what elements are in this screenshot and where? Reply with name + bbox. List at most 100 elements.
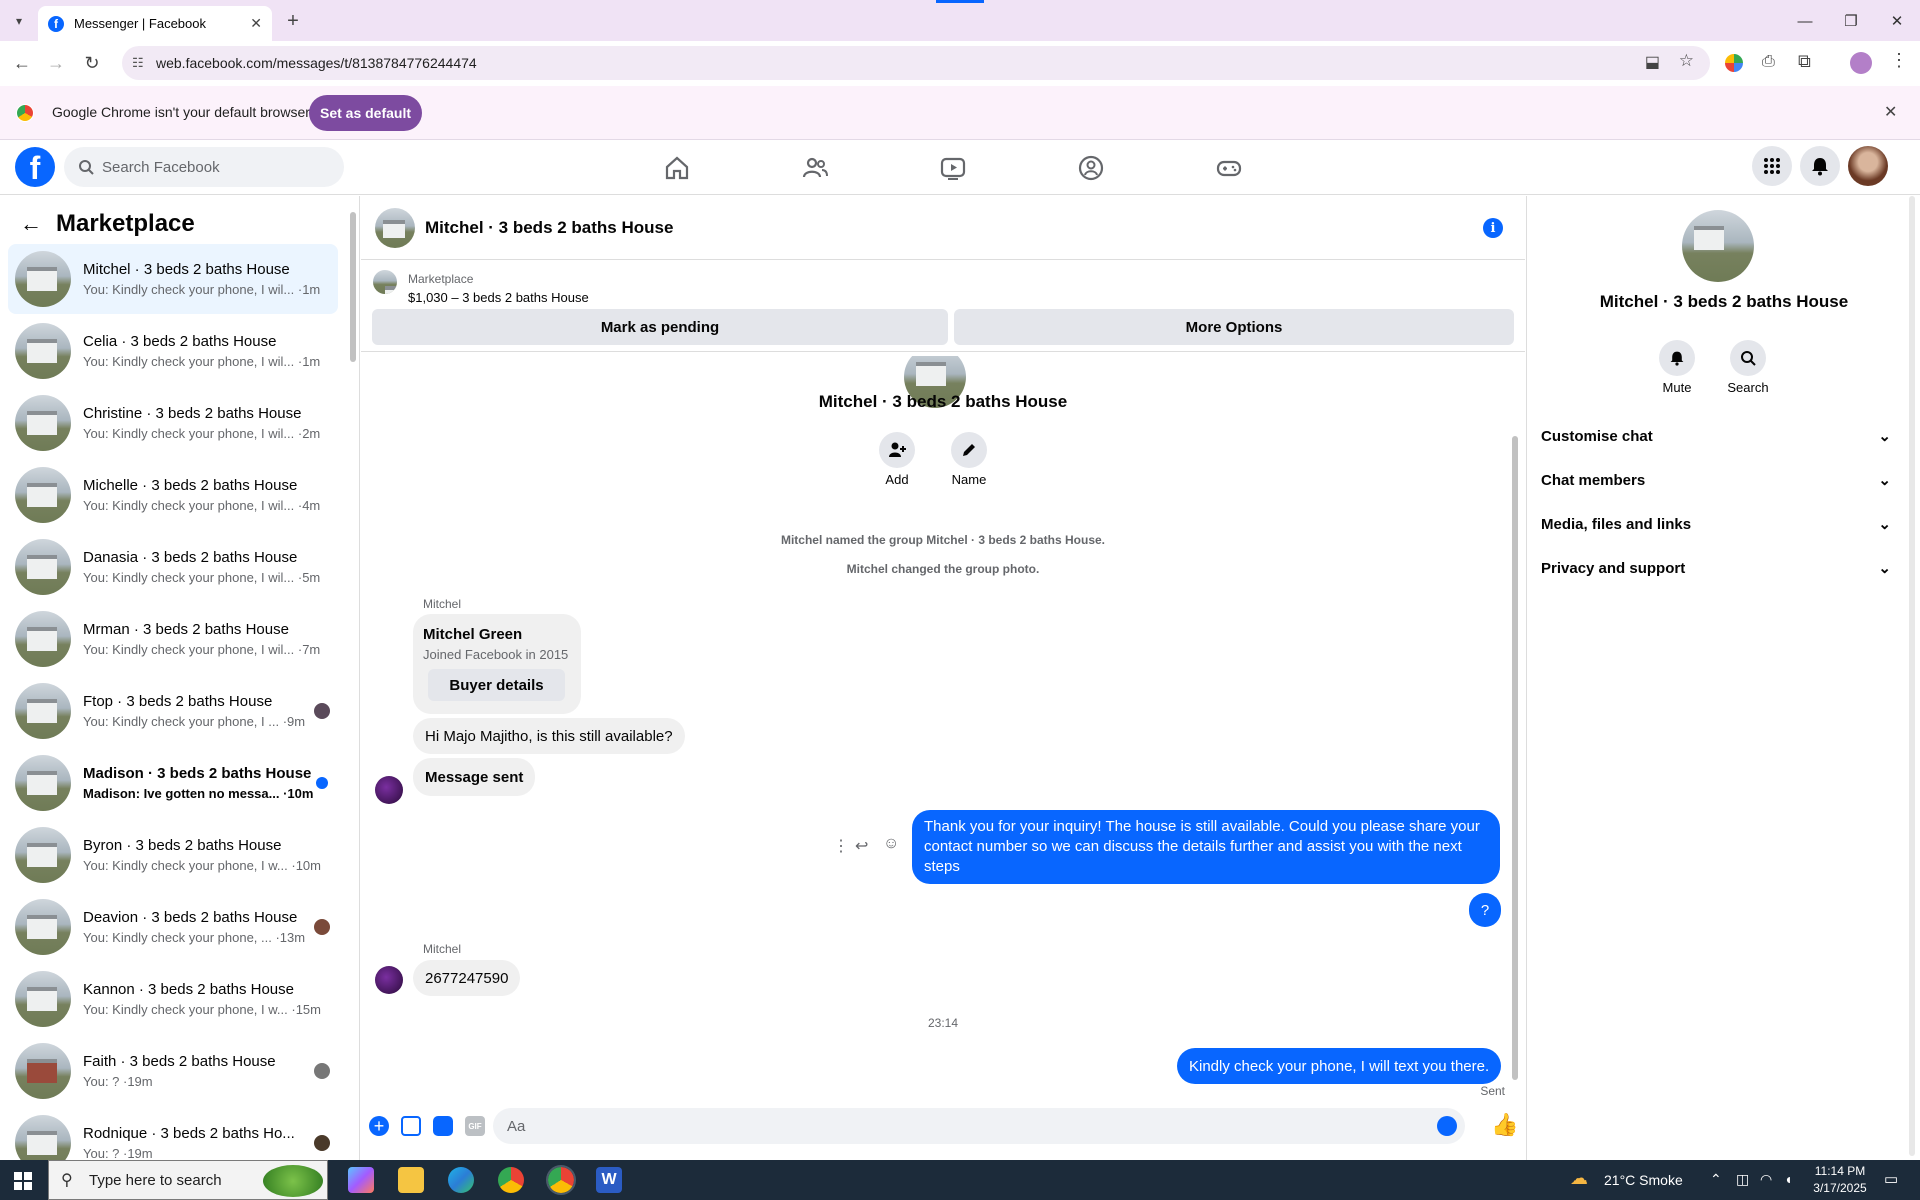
conversation-item[interactable]: Rodnique · 3 beds 2 baths Ho... You: ? ·1… [8,1108,338,1160]
forward-icon[interactable]: → [42,49,70,77]
message-bubble-sent[interactable]: Thank you for your inquiry! The house is… [912,810,1500,884]
browser-tab[interactable]: f Messenger | Facebook ✕ [38,6,272,41]
message-bubble-sent[interactable]: ? [1469,893,1501,927]
conversation-item[interactable]: Byron · 3 beds 2 baths House You: Kindly … [8,820,338,890]
copilot-icon[interactable] [348,1167,374,1193]
friends-icon[interactable] [801,154,829,182]
conversation-item[interactable]: Mrman · 3 beds 2 baths House You: Kindly … [8,604,338,674]
plus-icon[interactable]: + [369,1116,389,1136]
file-explorer-icon[interactable] [398,1167,424,1193]
conversation-item[interactable]: Ftop · 3 beds 2 baths House You: Kindly c… [8,676,338,746]
clock-time[interactable]: 11:14 PM [1800,1164,1880,1178]
conversation-item[interactable]: Deavion · 3 beds 2 baths House You: Kindl… [8,892,338,962]
taskbar-search-input[interactable]: ⚲ Type here to search [48,1160,328,1200]
chrome-profile-icon[interactable] [546,1165,576,1195]
listing-title[interactable]: $1,030 – 3 beds 2 baths House [408,290,589,305]
conversation-item[interactable]: Faith · 3 beds 2 baths House You: ? ·19m [8,1036,338,1106]
extensions-puzzle-icon[interactable]: ⧉ [1798,51,1811,72]
tray-chevron-icon[interactable]: ⌃ [1710,1171,1722,1188]
section-media-files-links[interactable]: Media, files and links ⌄ [1541,504,1891,544]
profile-photo[interactable] [1682,210,1754,282]
back-icon[interactable]: ← [8,49,36,77]
mute-bell-icon[interactable] [1659,340,1695,376]
info-scrollbar[interactable] [1909,196,1915,1156]
section-chat-members[interactable]: Chat members ⌄ [1541,460,1891,500]
edit-name-icon[interactable] [951,432,987,468]
gaming-icon[interactable] [1215,154,1243,182]
window-close-icon[interactable]: ✕ [1874,8,1920,34]
minimize-icon[interactable]: — [1782,8,1828,34]
facebook-logo-icon[interactable]: f [15,147,55,187]
edge-icon[interactable] [448,1167,474,1193]
extension-icon[interactable] [1725,54,1743,72]
notification-center-icon[interactable]: ▭ [1884,1170,1898,1188]
emoji-icon[interactable] [1437,1116,1457,1136]
conversation-item[interactable]: Mitchel · 3 beds 2 baths House You: Kindl… [8,244,338,314]
video-icon[interactable] [939,154,967,182]
message-bubble[interactable]: 2677247590 [413,960,521,996]
conversation-item[interactable]: Michelle · 3 beds 2 baths House You: Kind… [8,460,338,530]
notifications-bell-icon[interactable] [1800,146,1840,186]
section-privacy-support[interactable]: Privacy and support ⌄ [1541,548,1891,588]
groups-icon[interactable] [1077,154,1105,182]
search-conversation-icon[interactable] [1730,340,1766,376]
section-customise-chat[interactable]: Customise chat ⌄ [1541,416,1891,456]
home-icon[interactable] [663,154,691,182]
omnibox[interactable]: ☷ web.facebook.com/messages/t/8138784776… [122,46,1710,80]
back-arrow-icon[interactable]: ← [20,211,42,237]
conversation-preview: You: Kindly check your phone, I w... ·10… [83,858,321,873]
word-icon[interactable]: W [596,1167,622,1193]
buyer-details-button[interactable]: Buyer details [428,669,565,701]
listing-thumb[interactable] [373,270,397,294]
bookmark-star-icon[interactable]: ☆ [1679,51,1694,71]
tray-network-icon[interactable]: ◫ [1736,1171,1749,1188]
message-bubble[interactable]: Message sent [413,758,536,796]
like-thumb-icon[interactable]: 👍 [1491,1112,1518,1138]
new-tab-icon[interactable]: + [280,8,306,34]
conversation-item[interactable]: Madison · 3 beds 2 baths House Madison: I… [8,748,338,818]
sender-avatar[interactable] [375,966,403,994]
reload-icon[interactable]: ↻ [78,49,106,77]
gif-icon[interactable]: GIF [465,1116,485,1136]
tab-search-icon[interactable]: ▾ [8,10,30,32]
site-info-icon[interactable]: ☷ [132,55,144,71]
more-options-button[interactable]: More Options [954,309,1514,345]
chrome-icon[interactable] [498,1167,524,1193]
conversation-item[interactable]: Danasia · 3 beds 2 baths House You: Kindl… [8,532,338,602]
react-emoji-icon[interactable]: ☺ [883,835,899,853]
printer-icon[interactable]: ⎙ [1762,53,1775,71]
install-app-icon[interactable]: ⬓ [1645,52,1660,72]
chrome-menu-icon[interactable]: ⋮ [1890,50,1908,71]
conversation-item[interactable]: Kannon · 3 beds 2 baths House You: Kindly… [8,964,338,1034]
conversation-item[interactable]: Celia · 3 beds 2 baths House You: Kindly … [8,316,338,386]
message-bubble[interactable]: Hi Majo Majitho, is this still available… [413,718,685,754]
restore-icon[interactable]: ❐ [1828,8,1874,34]
chat-avatar[interactable] [375,207,415,248]
wifi-icon[interactable]: ◠ [1760,1171,1772,1188]
photo-icon[interactable] [401,1116,421,1136]
menu-grid-icon[interactable] [1752,146,1792,186]
more-actions-icon[interactable]: ⋮ [833,836,849,856]
account-avatar[interactable] [1848,146,1888,186]
tab-close-icon[interactable]: ✕ [250,15,262,32]
info-icon[interactable]: i [1483,218,1503,238]
conversation-item[interactable]: Christine · 3 beds 2 baths House You: Kin… [8,388,338,458]
message-input[interactable]: Aa [493,1108,1465,1144]
sticker-icon[interactable] [433,1116,453,1136]
infobar-close-icon[interactable]: ✕ [1884,102,1897,122]
volume-icon[interactable]: ◖ [1784,1171,1792,1187]
windows-start-icon[interactable] [14,1172,32,1190]
sender-avatar[interactable] [375,776,403,804]
clock-date[interactable]: 3/17/2025 [1800,1181,1880,1195]
mark-as-pending-button[interactable]: Mark as pending [372,309,948,345]
facebook-search-input[interactable]: Search Facebook [64,147,344,187]
chat-scrollbar[interactable] [1512,436,1518,1080]
profile-icon[interactable] [1850,52,1872,74]
add-person-icon[interactable] [879,432,915,468]
set-as-default-button[interactable]: Set as default [309,95,422,131]
chat-title[interactable]: Mitchel · 3 beds 2 baths House [425,218,673,238]
reply-icon[interactable]: ↩ [855,836,868,856]
weather-text[interactable]: 21°C Smoke [1604,1172,1683,1188]
sidebar-scrollbar[interactable] [350,212,356,362]
message-bubble-sent[interactable]: Kindly check your phone, I will text you… [1177,1048,1502,1084]
